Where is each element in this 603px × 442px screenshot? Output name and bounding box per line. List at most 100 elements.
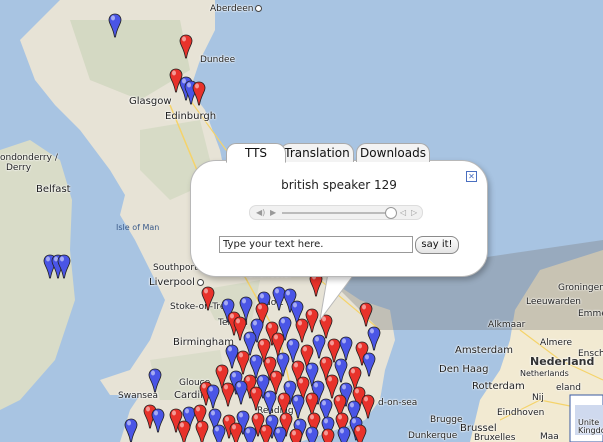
- place-aberdeen: Aberdeen: [210, 4, 264, 14]
- map-pin-icon: [229, 422, 243, 442]
- place-label: Almere: [540, 338, 573, 348]
- blue-map-marker[interactable]: [124, 418, 138, 442]
- place-londonderry: ondonderry /: [0, 153, 58, 163]
- map-pin-icon: [361, 394, 375, 419]
- place-dundee: Dundee: [200, 55, 235, 65]
- red-map-marker[interactable]: [177, 420, 191, 442]
- map-pin-icon: [57, 254, 71, 279]
- blue-map-marker[interactable]: [108, 13, 122, 39]
- place-label: Glasgow: [129, 96, 172, 107]
- place-rotterdam: Rotterdam: [472, 381, 525, 392]
- red-map-marker[interactable]: [361, 394, 375, 420]
- map-pin-icon: [195, 420, 209, 442]
- map-pin-icon: [148, 368, 162, 393]
- map-pin-icon: [212, 424, 226, 442]
- place-label: Isle of Man: [116, 223, 160, 232]
- place-label: Nij: [532, 393, 544, 403]
- tts-text-input[interactable]: [219, 236, 413, 253]
- place-label: Emme: [578, 309, 603, 319]
- red-map-marker[interactable]: [249, 386, 263, 412]
- audio-player[interactable]: ◀) ▶ ◁ ▷: [249, 205, 423, 220]
- blue-map-marker[interactable]: [234, 380, 248, 406]
- place-label: Edinburgh: [165, 111, 217, 122]
- blue-map-marker[interactable]: [273, 426, 287, 442]
- place-derry: Derry: [6, 163, 31, 173]
- place-label: Liverpool: [149, 277, 195, 288]
- red-map-marker[interactable]: [353, 424, 367, 442]
- red-map-marker[interactable]: [192, 81, 206, 107]
- forward-icon[interactable]: ▷: [411, 206, 417, 219]
- blue-map-marker[interactable]: [305, 426, 319, 442]
- volume-icon[interactable]: ◀): [256, 206, 265, 219]
- blue-map-marker[interactable]: [151, 408, 165, 434]
- blue-map-marker[interactable]: [337, 426, 351, 442]
- map-pin-icon: [177, 420, 191, 442]
- place-label: Maa: [540, 432, 559, 442]
- place-edinburgh: Edinburgh: [165, 111, 216, 122]
- map-pin-icon: [179, 34, 193, 59]
- place-bruxelles: Bruxelles: [474, 433, 515, 442]
- red-map-marker[interactable]: [289, 428, 303, 442]
- say-it-button[interactable]: say it!: [415, 236, 459, 254]
- info-window: british speaker 129 ✕ ◀) ▶ ◁ ▷ say it! T…: [190, 143, 488, 321]
- blue-map-marker[interactable]: [206, 384, 220, 410]
- tab-translation[interactable]: Translation: [280, 143, 354, 162]
- tab-downloads[interactable]: Downloads: [356, 143, 430, 162]
- place-dunkerque: Dunkerque: [408, 431, 457, 441]
- place-label: ondonderry /: [0, 153, 58, 163]
- place-label: Aberdeen: [210, 4, 254, 14]
- red-map-marker[interactable]: [321, 428, 335, 442]
- blue-map-marker[interactable]: [148, 368, 162, 394]
- red-map-marker[interactable]: [195, 420, 209, 442]
- place-label: Nederland: [530, 355, 595, 368]
- place-label: Netherlands: [520, 369, 569, 378]
- place-glasgow: Glasgow: [129, 96, 172, 107]
- close-icon[interactable]: ✕: [466, 171, 477, 182]
- place-label: d-on-sea: [378, 398, 418, 408]
- play-icon[interactable]: ▶: [270, 206, 276, 219]
- place-eland: eland: [556, 383, 581, 393]
- place-label: Derry: [6, 163, 32, 173]
- map-pin-icon: [273, 426, 287, 442]
- place-label: Alkmaar: [488, 320, 526, 330]
- place-emmen: Emme: [578, 309, 603, 319]
- place-almere: Almere: [540, 338, 572, 348]
- map-pin-icon: [243, 426, 257, 442]
- tab-tts[interactable]: TTS: [226, 143, 286, 163]
- map-pin-icon: [353, 424, 367, 442]
- place-isle-of-man: Isle of Man: [116, 223, 159, 232]
- map-pin-icon: [124, 418, 138, 442]
- place-kingdom: Kingdo: [578, 426, 603, 435]
- red-map-marker[interactable]: [179, 34, 193, 60]
- place-leeuwarden: Leeuwarden: [526, 297, 581, 307]
- place-label: eland: [556, 383, 581, 393]
- blue-map-marker[interactable]: [291, 394, 305, 420]
- place-den-haag: Den Haag: [439, 364, 489, 375]
- place-label: Kingdo: [578, 426, 603, 435]
- red-map-marker[interactable]: [229, 422, 243, 442]
- blue-map-marker[interactable]: [263, 390, 277, 416]
- place-label: Eindhoven: [497, 408, 545, 418]
- place-nij: Nij: [532, 393, 544, 403]
- blue-map-marker[interactable]: [243, 426, 257, 442]
- seek-track[interactable]: [282, 212, 392, 214]
- place-label: Groningen: [558, 283, 603, 293]
- place-maa: Maa: [540, 432, 559, 442]
- blue-map-marker[interactable]: [57, 254, 71, 280]
- map-pin-icon: [305, 426, 319, 442]
- place-label: Belfast: [36, 184, 71, 195]
- speaker-name: british speaker 129: [281, 178, 397, 192]
- blue-map-marker[interactable]: [212, 424, 226, 442]
- city-dot: [255, 5, 263, 12]
- seek-handle[interactable]: [385, 207, 397, 219]
- place-label: Dunkerque: [408, 431, 458, 441]
- map-pin-icon: [289, 428, 303, 442]
- map-pin-icon: [108, 13, 122, 38]
- place-label: Brugge: [430, 415, 463, 425]
- red-map-marker[interactable]: [259, 424, 273, 442]
- red-map-marker[interactable]: [221, 382, 235, 408]
- place-label: Rotterdam: [472, 381, 525, 392]
- rewind-icon[interactable]: ◁: [400, 206, 406, 219]
- place-netherlands: Netherlands: [520, 369, 569, 378]
- info-window-body: british speaker 129 ✕ ◀) ▶ ◁ ▷ say it!: [190, 160, 488, 277]
